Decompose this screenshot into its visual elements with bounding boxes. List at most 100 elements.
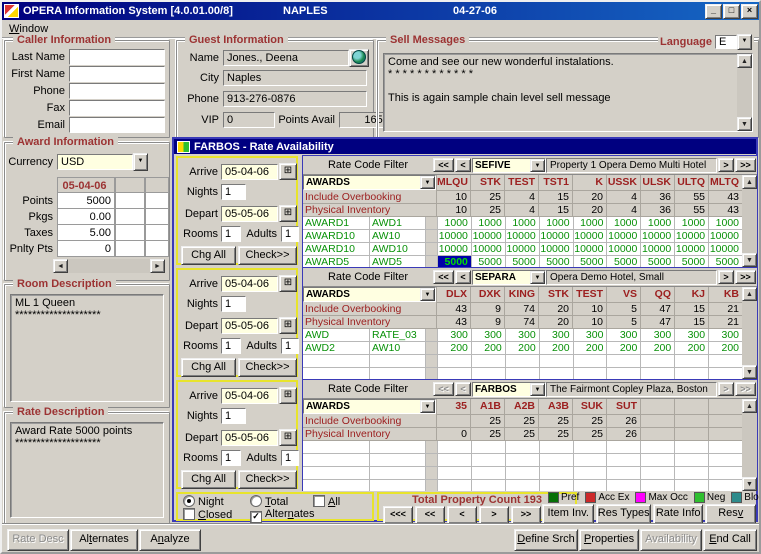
currency-dropdown-button[interactable]: ▼ bbox=[133, 153, 148, 171]
availability-cell[interactable] bbox=[539, 480, 573, 491]
minimize-button[interactable]: _ bbox=[705, 4, 722, 19]
availability-cell[interactable] bbox=[606, 355, 640, 368]
alternates-checkbox[interactable]: ✓ bbox=[250, 511, 262, 523]
availability-cell[interactable]: 300 bbox=[640, 329, 674, 342]
night-radio[interactable] bbox=[183, 495, 195, 507]
availability-cell[interactable] bbox=[640, 480, 674, 491]
taxes-value[interactable]: 5.00 bbox=[57, 225, 115, 241]
availability-cell[interactable] bbox=[573, 368, 607, 379]
rate-code-cell[interactable]: AWARD10 bbox=[303, 243, 369, 256]
scroll-down-icon[interactable]: ▼ bbox=[742, 253, 757, 267]
calendar-icon[interactable]: ⊞ bbox=[279, 429, 297, 446]
availability-cell[interactable] bbox=[708, 355, 742, 368]
chg-all-button[interactable]: Chg All bbox=[181, 470, 236, 489]
rooms-input[interactable] bbox=[221, 338, 241, 354]
availability-cell[interactable]: 200 bbox=[573, 342, 607, 355]
language-select[interactable]: E bbox=[715, 35, 737, 49]
nav-prev-button[interactable]: < bbox=[447, 506, 477, 524]
availability-cell[interactable]: 200 bbox=[674, 342, 708, 355]
availability-cell[interactable]: 5000 bbox=[674, 256, 708, 267]
availability-cell[interactable] bbox=[674, 441, 708, 454]
page-next-button[interactable]: > bbox=[718, 270, 734, 284]
availability-cell[interactable]: 1000 bbox=[674, 217, 708, 230]
globe-button[interactable] bbox=[349, 49, 369, 67]
rate-category-select[interactable]: AWARDS▼ bbox=[303, 175, 436, 190]
calendar-icon[interactable]: ⊞ bbox=[279, 275, 297, 292]
scroll-left-icon[interactable]: ◄ bbox=[53, 259, 68, 273]
page-last-button[interactable]: >> bbox=[735, 270, 756, 284]
pkgs-value[interactable]: 0.00 bbox=[57, 209, 115, 225]
availability-cell[interactable]: 200 bbox=[471, 342, 505, 355]
email-input[interactable] bbox=[69, 117, 165, 133]
availability-cell[interactable] bbox=[573, 454, 607, 467]
scroll-down-icon[interactable]: ▼ bbox=[742, 365, 757, 379]
property-code-select[interactable]: SEFIVE▼ bbox=[472, 158, 546, 173]
availability-cell[interactable] bbox=[437, 467, 471, 480]
availability-cell[interactable] bbox=[539, 355, 573, 368]
sell-scrollbar[interactable]: ▲ ▼ bbox=[737, 54, 752, 131]
dropdown-icon[interactable]: ▼ bbox=[530, 271, 545, 284]
phone-input[interactable] bbox=[69, 83, 165, 99]
rooms-input[interactable] bbox=[221, 450, 241, 466]
resv-button[interactable]: Resv bbox=[705, 504, 756, 524]
scroll-right-icon[interactable]: ► bbox=[150, 259, 165, 273]
menu-window[interactable]: Window bbox=[2, 23, 55, 35]
nights-input[interactable] bbox=[221, 296, 246, 312]
chg-all-button[interactable]: Chg All bbox=[181, 246, 236, 265]
rate-category-select[interactable]: AWARDS▼ bbox=[303, 287, 436, 302]
availability-cell[interactable]: 5000 bbox=[539, 256, 573, 267]
availability-cell[interactable] bbox=[437, 480, 471, 491]
availability-cell[interactable]: 200 bbox=[640, 342, 674, 355]
calendar-icon[interactable]: ⊞ bbox=[279, 205, 297, 222]
award-scrollbar[interactable]: ◄ ► bbox=[53, 259, 165, 273]
close-button[interactable]: × bbox=[741, 4, 758, 19]
guest-city-field[interactable] bbox=[223, 70, 367, 86]
room-code-cell[interactable]: AWD5 bbox=[369, 256, 425, 267]
dropdown-icon[interactable]: ▼ bbox=[420, 400, 435, 413]
rooms-input[interactable] bbox=[221, 226, 241, 242]
availability-cell[interactable]: 300 bbox=[539, 329, 573, 342]
nav-fast-next-button[interactable]: >> bbox=[511, 506, 541, 524]
calendar-icon[interactable]: ⊞ bbox=[279, 317, 297, 334]
page-prev-button[interactable]: < bbox=[455, 270, 471, 284]
availability-cell[interactable]: 10000 bbox=[471, 243, 505, 256]
availability-cell[interactable] bbox=[573, 355, 607, 368]
depart-input[interactable] bbox=[221, 206, 278, 222]
first-name-input[interactable] bbox=[69, 66, 165, 82]
availability-cell[interactable] bbox=[505, 355, 539, 368]
scroll-up-icon[interactable]: ▲ bbox=[742, 287, 757, 301]
page-next-button[interactable]: > bbox=[718, 158, 734, 172]
analyze-button[interactable]: Analyze bbox=[139, 529, 201, 551]
availability-cell[interactable]: 10000 bbox=[539, 230, 573, 243]
availability-cell[interactable] bbox=[505, 368, 539, 379]
property-code-select[interactable]: SEPARA▼ bbox=[472, 270, 546, 285]
availability-cell[interactable]: 5000 bbox=[437, 256, 471, 267]
availability-cell[interactable] bbox=[573, 467, 607, 480]
vip-field[interactable] bbox=[223, 112, 275, 128]
availability-cell[interactable] bbox=[539, 368, 573, 379]
vertical-scrollbar[interactable]: ▲▼ bbox=[742, 399, 757, 491]
availability-cell[interactable]: 10000 bbox=[640, 243, 674, 256]
calendar-icon[interactable]: ⊞ bbox=[279, 163, 297, 180]
availability-cell[interactable] bbox=[674, 480, 708, 491]
total-radio[interactable] bbox=[250, 495, 262, 507]
availability-cell[interactable]: 5000 bbox=[471, 256, 505, 267]
last-name-input[interactable] bbox=[69, 49, 165, 65]
depart-input[interactable] bbox=[221, 318, 278, 334]
availability-cell[interactable] bbox=[708, 441, 742, 454]
availability-cell[interactable] bbox=[505, 467, 539, 480]
arrive-input[interactable] bbox=[221, 164, 278, 180]
availability-cell[interactable] bbox=[539, 467, 573, 480]
rate-code-cell[interactable]: AWARD10 bbox=[303, 230, 369, 243]
page-prev-button[interactable]: < bbox=[455, 158, 471, 172]
depart-input[interactable] bbox=[221, 430, 278, 446]
availability-cell[interactable] bbox=[437, 355, 471, 368]
dropdown-icon[interactable]: ▼ bbox=[420, 288, 435, 301]
nights-input[interactable] bbox=[221, 184, 246, 200]
availability-cell[interactable] bbox=[471, 355, 505, 368]
availability-cell[interactable]: 300 bbox=[674, 329, 708, 342]
nav-next-button[interactable]: > bbox=[479, 506, 509, 524]
availability-cell[interactable] bbox=[539, 441, 573, 454]
arrive-input[interactable] bbox=[221, 276, 278, 292]
page-first-button[interactable]: << bbox=[433, 270, 454, 284]
